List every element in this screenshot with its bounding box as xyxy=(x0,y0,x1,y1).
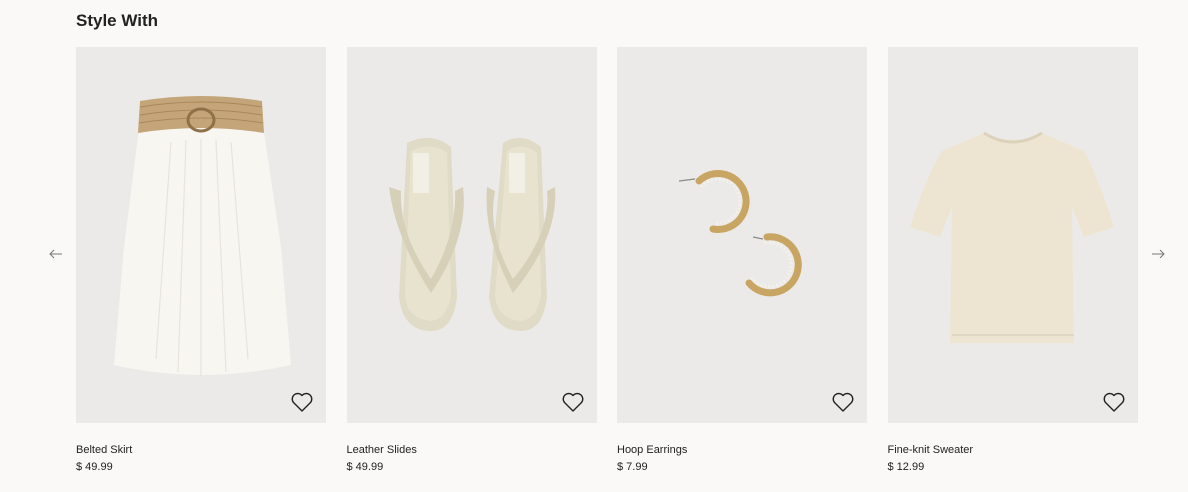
product-price: $ 12.99 xyxy=(887,461,925,473)
product-price: $ 7.99 xyxy=(617,461,648,473)
product-name[interactable]: Fine-knit Sweater xyxy=(888,443,1138,457)
section-title: Style With xyxy=(76,11,159,30)
product-name[interactable]: Belted Skirt xyxy=(76,443,326,457)
style-with-section: Style With Belted Skirt $ 49.99 Leather … xyxy=(0,0,1188,492)
carousel-next-button[interactable] xyxy=(1148,244,1168,264)
product-price: $ 49.99 xyxy=(346,461,384,473)
product-card[interactable]: Fine-knit Sweater $ 12.99 xyxy=(887,47,1138,474)
arrow-right-icon xyxy=(1152,249,1165,259)
product-name[interactable]: Leather Slides xyxy=(347,443,597,457)
earrings-image xyxy=(678,169,802,297)
heart-outline-icon[interactable] xyxy=(831,391,855,413)
arrow-left-icon xyxy=(49,249,62,259)
product-image[interactable] xyxy=(617,47,867,423)
product-price: $ 49.99 xyxy=(76,461,113,473)
carousel-prev-button[interactable] xyxy=(46,244,66,264)
product-image[interactable] xyxy=(76,47,326,423)
sweater-image xyxy=(909,131,1114,343)
product-card[interactable]: Belted Skirt $ 49.99 xyxy=(76,47,326,474)
product-name[interactable]: Hoop Earrings xyxy=(617,443,867,457)
product-image[interactable] xyxy=(346,47,597,423)
product-card[interactable]: Hoop Earrings $ 7.99 xyxy=(617,47,867,474)
heart-outline-icon[interactable] xyxy=(1102,391,1126,413)
heart-outline-icon[interactable] xyxy=(561,391,585,413)
skirt-image xyxy=(114,96,291,377)
product-carousel: Belted Skirt $ 49.99 Leather Slides $ 49… xyxy=(76,47,1138,474)
heart-outline-icon[interactable] xyxy=(290,391,314,413)
slides-image xyxy=(388,137,555,331)
product-card[interactable]: Leather Slides $ 49.99 xyxy=(346,47,597,474)
product-image[interactable] xyxy=(887,47,1138,423)
